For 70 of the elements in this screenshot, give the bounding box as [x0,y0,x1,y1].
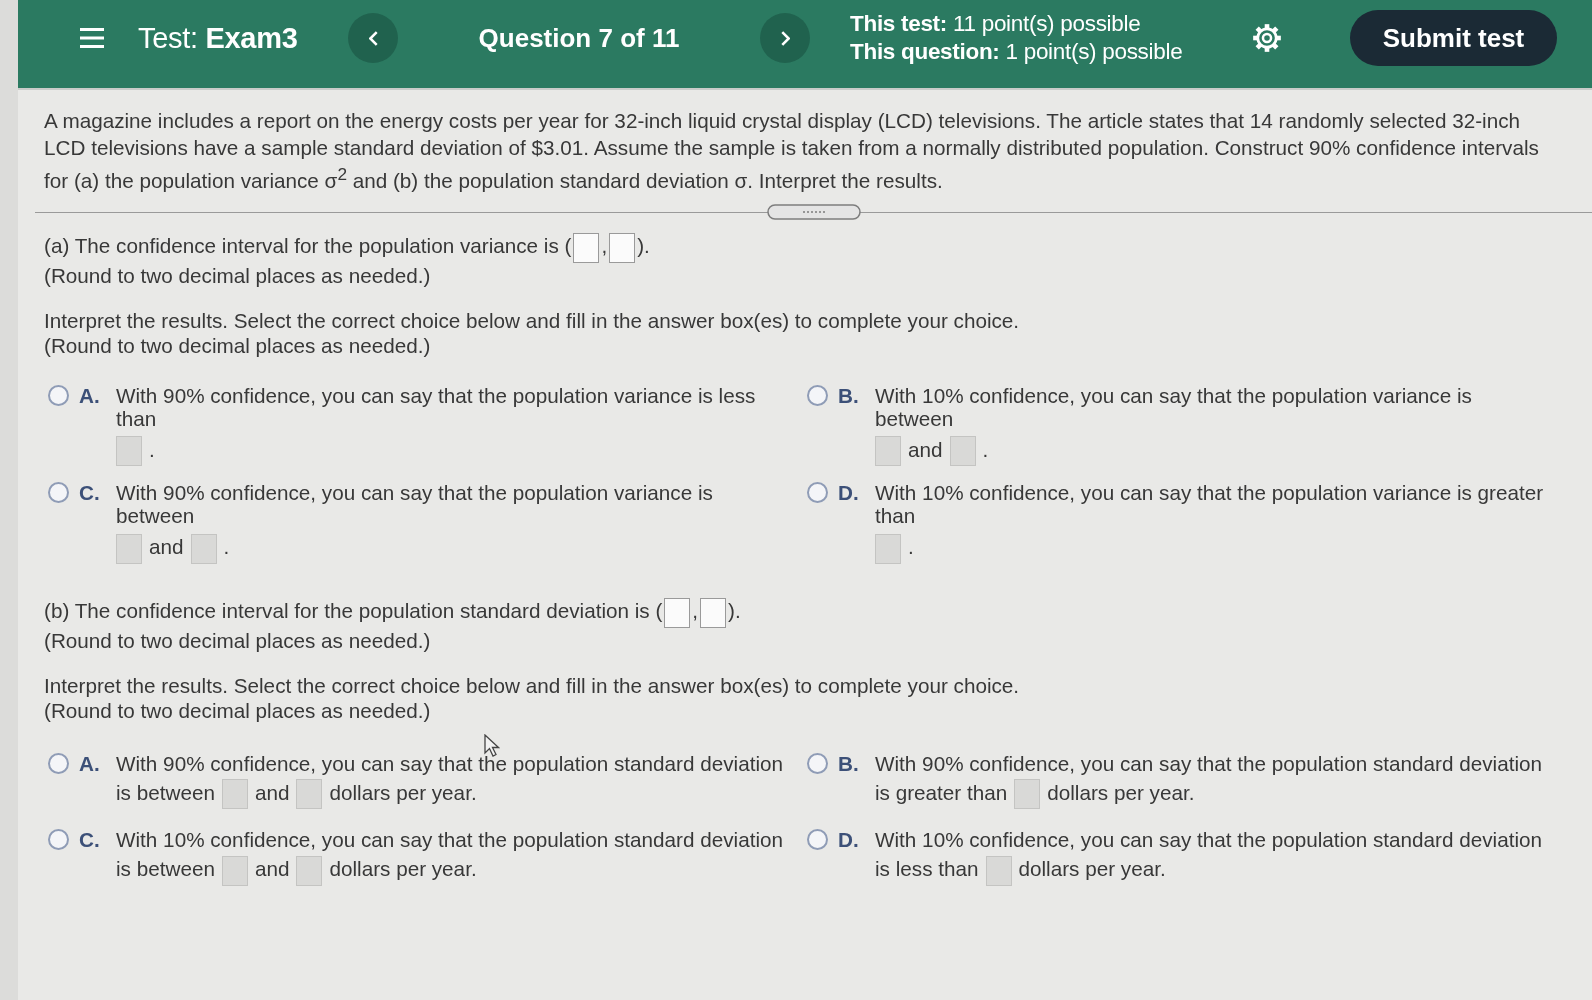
hint-text: (Round to two decimal places as needed.) [44,697,432,723]
choice-text: With 90% confidence, you can say that the population standard deviation [116,751,784,775]
choice-text: . [149,437,155,461]
menu-icon[interactable] [80,27,104,49]
choice-text: With 10% confidence, you can say that the population standard deviation [116,828,784,852]
points-text: This test: 11 point(s) possible [850,10,1142,38]
choice-text: With 10% confidence, you can say that the population variance is greater than [875,481,1544,528]
choice-text: dollars per year. [1018,857,1166,881]
previous-question-button[interactable] [348,13,398,63]
prompt-text: ). [637,234,650,258]
choice-letter: A. [79,383,101,407]
answer-box[interactable] [609,232,636,263]
question-counter: Question 7 of 11 [477,22,681,54]
radio-button[interactable] [48,482,69,504]
choice-text: is greater than [875,780,1008,804]
prompt-text: ). [728,599,741,622]
choice-text: dollars per year. [329,780,477,804]
prompt-text: , [692,599,699,622]
instruction-text: Interpret the results. Select the correct choice below and fill in the answer box(es) to complete your choice. [44,672,1021,698]
choice-text: . [223,535,230,559]
hint-text: (Round to two decimal places as needed.) [44,627,432,653]
choice-letter: C. [79,481,101,505]
radio-button[interactable] [48,752,69,774]
choice-text: . [908,535,914,559]
test-title: Test: Exam3 [138,21,299,55]
choice-text: is less than [875,857,979,881]
mouse-pointer-icon [484,734,500,758]
chevron-left-icon [368,30,378,46]
choice-text: and [908,437,943,461]
choice-text: is between [116,780,215,804]
radio-button[interactable] [807,829,828,851]
instruction-text: Interpret the results. Select the correct choice below and fill in the answer box(es) to complete your choice. [44,307,1021,333]
radio-button[interactable] [807,384,828,406]
choice-text: dollars per year. [329,857,477,881]
choice-text: dollars per year. [1047,780,1195,804]
choice-text: With 10% confidence, you can say that the population standard deviation [875,828,1543,852]
hint-text: (Round to two decimal places as needed.) [44,332,432,358]
settings-icon[interactable] [1252,23,1282,53]
choice-text: With 90% confidence, you can say that the population variance is between [116,481,713,528]
choice-letter: D. [838,827,860,854]
hint-text: (Round to two decimal places as needed.) [44,262,432,288]
choice-text: . [982,437,989,461]
prompt-text: , [601,234,608,258]
choice-text: With 10% confidence, you can say that the population variance is between [875,383,1472,430]
choice-text: and [149,535,184,559]
answer-box[interactable] [664,597,691,628]
choice-letter: B. [838,383,860,407]
prompt-text: (b) The confidence interval for the population standard deviation is ( [44,599,663,622]
choice-letter: B. [838,750,860,777]
answer-box[interactable] [573,232,600,263]
resize-handle[interactable] [766,204,861,221]
choice-letter: C. [79,827,101,854]
radio-button[interactable] [48,384,69,406]
choice-text: and [254,780,290,804]
choice-letter: D. [838,481,860,505]
choice-text: With 90% confidence, you can say that the population variance is less than [116,383,756,430]
problem-text: A magazine includes a report on the energy costs per year for 32-inch liquid crystal display (LCD) televisions. The article states that 14 randomly selected 32-inch LCD televisions have a sample standard deviation of $3.01. Assume the sample is taken from a normally distributed population. Construct 90% confidence intervals for (a) the population variance σ$^{2}$ and (b) the population standard deviation σ. Interpret the results. [44,108,1540,194]
radio-button[interactable] [807,752,828,774]
points-text: This question: 1 point(s) possible [850,38,1184,66]
submit-test-button[interactable]: Submit test [1350,10,1557,66]
chevron-right-icon [780,30,790,46]
choice-letter: A. [79,750,101,777]
radio-button[interactable] [48,829,69,851]
radio-button[interactable] [807,482,828,504]
choice-text: is between [116,857,215,881]
answer-box[interactable] [700,597,727,628]
choice-text: With 90% confidence, you can say that the population standard deviation [875,751,1543,775]
choice-text: and [254,857,290,881]
next-question-button[interactable] [760,13,810,63]
prompt-text: (a) The confidence interval for the population variance is ( [44,234,572,258]
